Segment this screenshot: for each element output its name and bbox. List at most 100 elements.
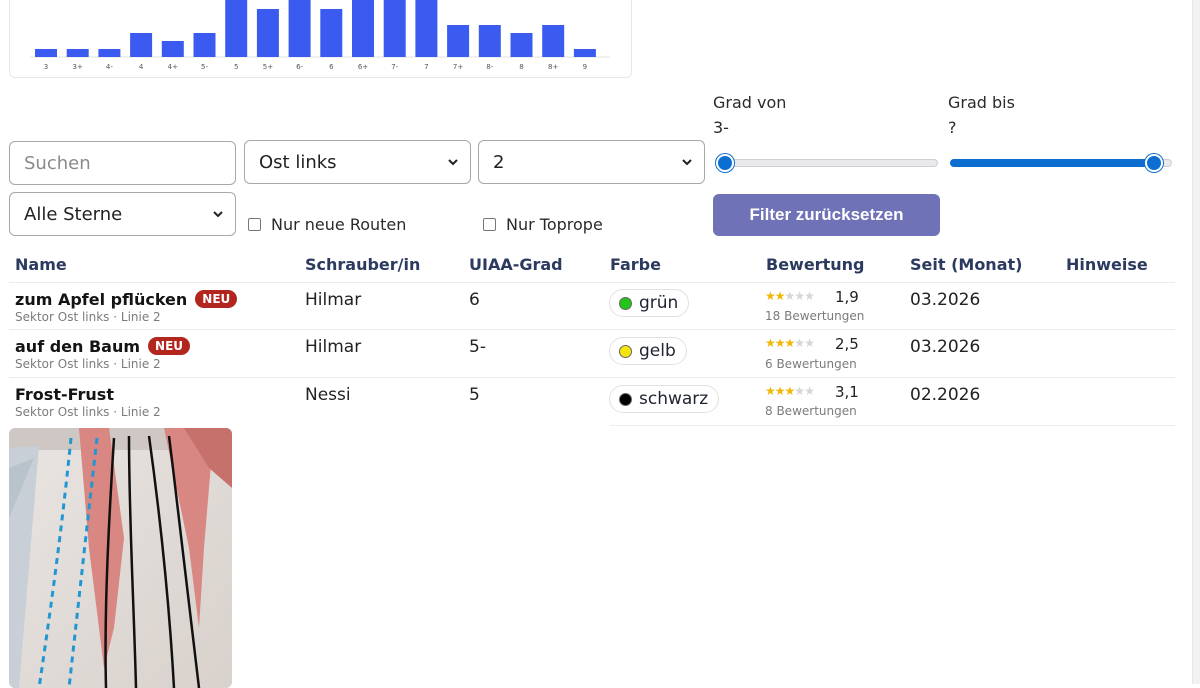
star-icon: ★ [765,384,776,398]
col-header-notes[interactable]: Hinweise [1066,255,1148,274]
only-new-checkbox[interactable]: Nur neue Routen [248,215,406,234]
route-name[interactable]: zum Apfel pflücken [15,290,187,309]
grade-from-slider-thumb[interactable] [715,154,734,172]
grade-histogram: 3 3+ 4- 4 4+ 5- 5 5+ 6- 6 6+ 7- 7 7+ 8- 8 8+ 9 [9,0,632,78]
histogram-bar[interactable] [510,33,533,57]
route-location: Sektor Ost links · Linie 2 [15,310,161,324]
toprope-label: Nur Toprope [506,215,603,234]
star-icon: ★ [794,289,805,303]
rating-value: 2,5 [835,335,859,353]
row-divider [610,425,1175,426]
table-row[interactable]: auf den Baum NEU [15,337,191,356]
histogram-tick-label: 7- [391,63,398,71]
histogram-tick-label: 8- [486,63,493,71]
histogram-bar[interactable] [542,25,565,57]
col-header-setter[interactable]: Schrauber/in [305,255,420,274]
histogram-bar[interactable] [288,0,311,57]
col-header-rating[interactable]: Bewertung [766,255,864,274]
toprope-checkbox[interactable]: Nur Toprope [483,215,603,234]
histogram-bar[interactable] [193,33,216,57]
row-divider [9,282,1175,283]
color-name: schwarz [639,389,709,409]
histogram-bar[interactable] [383,0,406,57]
chevron-down-icon [448,159,458,166]
route-setter: Hilmar [305,337,362,357]
histogram-bar[interactable] [573,49,596,57]
grade-to-slider[interactable] [950,153,1172,173]
reset-filters-button[interactable]: Filter zurücksetzen [713,194,940,236]
histogram-tick-label: 3+ [73,63,83,71]
route-name[interactable]: Frost-Frust [15,385,114,404]
stars-select[interactable]: Alle Sterne [9,192,236,236]
histogram-bar[interactable] [478,25,501,57]
histogram-bar[interactable] [320,9,343,57]
star-icon: ★ [774,384,786,398]
star-icon: ★ [774,289,786,303]
grade-to-slider-thumb[interactable] [1145,154,1164,172]
only-new-label: Nur neue Routen [271,215,407,234]
star-icon: ★ [794,336,805,350]
star-icon: ★ [784,336,796,350]
color-name: gelb [639,341,676,361]
toprope-checkbox-box[interactable] [483,218,496,231]
histogram-tick-label: 6 [329,63,334,71]
route-photo[interactable] [9,428,232,688]
only-new-checkbox-box[interactable] [248,218,261,231]
route-location: Sektor Ost links · Linie 2 [15,405,161,419]
route-since: 02.2026 [910,385,981,405]
histogram-tick-label: 4 [139,63,144,71]
grade-from-slider-track [716,159,938,167]
histogram-tick-label: 8+ [548,63,558,71]
route-name[interactable]: auf den Baum [15,337,140,356]
line-select[interactable]: 2 [478,140,705,184]
histogram-tick-label: 6+ [358,63,368,71]
page-scrollbar[interactable] [1192,0,1200,684]
star-icon: ★ [765,289,776,303]
col-header-grade[interactable]: UIAA-Grad [469,255,563,274]
new-badge: NEU [195,290,238,308]
rating-count: 6 Bewertungen [765,357,857,371]
col-header-since[interactable]: Seit (Monat) [910,255,1022,274]
histogram-bar[interactable] [256,9,279,57]
star-rating: ★★★★★ [765,384,815,398]
histogram-bar[interactable] [66,49,89,57]
color-badge: schwarz [609,385,720,413]
histogram-tick-label: 5- [201,63,208,71]
histogram-tick-label: 5+ [263,63,273,71]
grade-from-slider[interactable] [715,153,938,173]
histogram-tick-label: 5 [234,63,238,71]
histogram-bar[interactable] [415,0,438,57]
chevron-down-icon [213,211,223,218]
row-divider [9,329,1175,330]
histogram-bar[interactable] [98,49,121,57]
star-icon: ★ [794,384,805,398]
grade-from-label: Grad von [713,93,787,112]
star-icon: ★ [804,289,815,303]
color-badge: gelb [609,337,687,365]
histogram-tick-label: 9 [583,63,587,71]
grade-to-slider-fill [950,159,1155,167]
star-rating: ★★★★★ [765,336,815,350]
histogram-bar[interactable] [35,49,57,57]
col-header-color[interactable]: Farbe [610,255,661,274]
star-icon: ★ [784,289,796,303]
histogram-tick-label: 8 [519,63,523,71]
table-row[interactable]: zum Apfel pflücken NEU [15,290,238,309]
histogram-bar[interactable] [447,25,470,57]
star-icon: ★ [804,336,815,350]
histogram-bar[interactable] [161,41,184,57]
route-grade: 5 [469,385,480,405]
star-rating: ★★★★★ [765,289,815,303]
table-row[interactable]: Frost-Frust [15,385,114,404]
histogram-tick-label: 4+ [168,63,178,71]
histogram-bar[interactable] [225,0,248,57]
histogram-bar[interactable] [352,0,374,57]
rating-value: 1,9 [835,288,859,306]
histogram-bar[interactable] [130,33,153,57]
search-input[interactable]: Suchen [9,141,236,185]
histogram-tick-label: 6- [296,63,303,71]
star-icon: ★ [784,384,796,398]
sector-select[interactable]: Ost links [244,140,471,184]
col-header-name[interactable]: Name [15,255,67,274]
chevron-down-icon [682,159,692,166]
